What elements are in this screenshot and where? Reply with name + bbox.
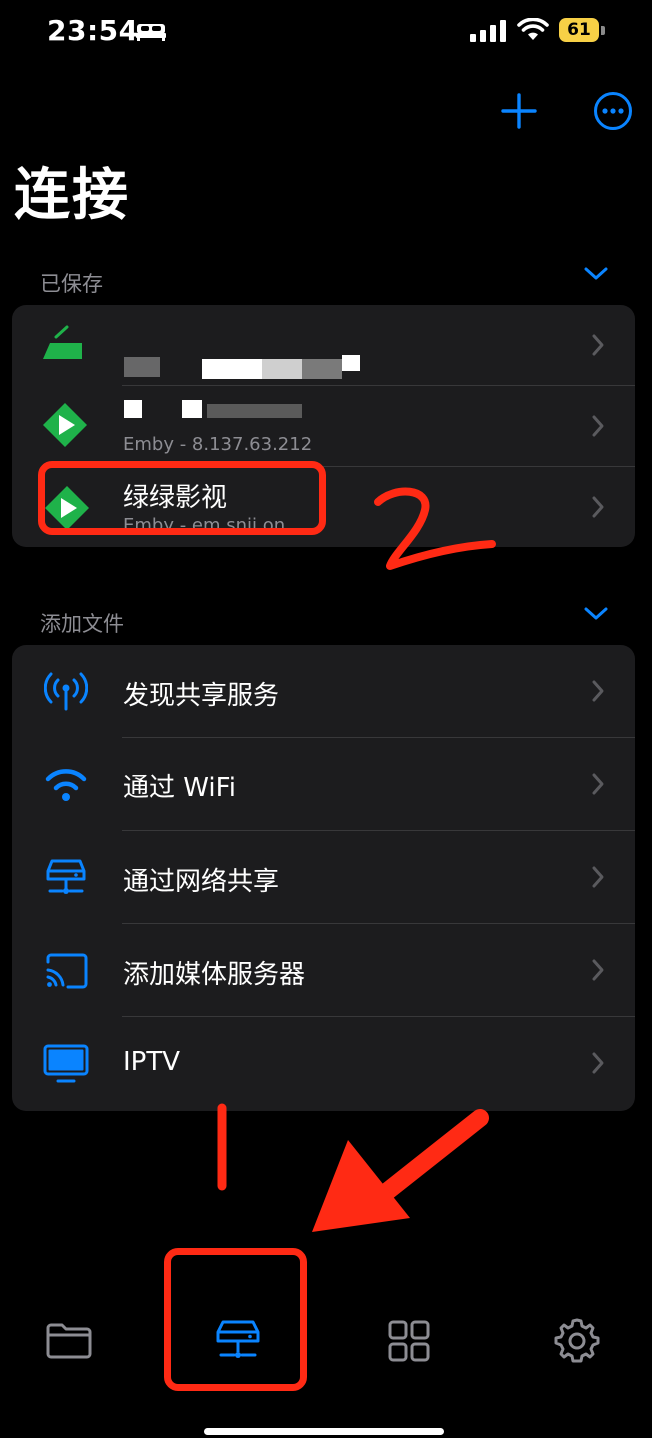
home-indicator [204, 1428, 444, 1435]
battery-level: 61 [559, 18, 599, 42]
chevron-right-icon [592, 773, 604, 795]
via-wifi-row[interactable]: 通过 WiFi [12, 738, 635, 831]
cast-icon [46, 953, 88, 989]
annotation-arrow [312, 1109, 489, 1232]
tv-icon [43, 1044, 89, 1083]
redacted-block [302, 359, 342, 379]
redacted-block [182, 400, 202, 418]
saved-server-row[interactable] [12, 305, 635, 386]
discover-shares-row[interactable]: 发现共享服务 [12, 645, 635, 738]
status-time: 23:54 [47, 14, 139, 47]
redacted-block [202, 359, 262, 379]
chevron-right-icon [592, 1052, 604, 1074]
redacted-block [207, 404, 302, 418]
wifi-icon [45, 769, 87, 801]
connections-tab-icon[interactable] [213, 1318, 263, 1364]
antenna-icon [44, 672, 88, 711]
annotation-step-2 [374, 487, 496, 570]
sleep-focus-icon [136, 24, 166, 41]
discover-shares-label: 发现共享服务 [123, 681, 280, 711]
add-media-server-label: 添加媒体服务器 [123, 960, 306, 990]
folder-icon[interactable] [44, 1318, 94, 1364]
via-wifi-label: 通过 WiFi [123, 773, 236, 803]
add-icon[interactable] [498, 90, 540, 132]
page-title: 连接 [14, 163, 130, 228]
redacted-block [262, 359, 302, 379]
via-network-share-row[interactable]: 通过网络共享 [12, 831, 635, 924]
collapse-saved-chevron-icon[interactable] [583, 266, 609, 282]
add-files-section-header: 添加文件 [40, 612, 124, 636]
emby-server-icon [43, 325, 82, 359]
iptv-label: IPTV [123, 1047, 181, 1077]
cellular-signal-icon [470, 20, 506, 42]
more-options-icon[interactable] [592, 90, 634, 132]
chevron-right-icon [592, 415, 604, 437]
redacted-block [342, 355, 360, 371]
settings-gear-icon[interactable] [552, 1318, 602, 1364]
server-address: Emby - 8.137.63.212 [123, 434, 313, 455]
add-media-server-row[interactable]: 添加媒体服务器 [12, 924, 635, 1017]
apps-grid-icon[interactable] [384, 1318, 434, 1364]
battery-tip [601, 26, 605, 35]
annotation-step-1 [217, 1103, 227, 1191]
saved-section-header: 已保存 [40, 272, 103, 296]
wifi-status-icon [517, 18, 549, 40]
chevron-right-icon [592, 496, 604, 518]
network-server-icon [46, 859, 86, 894]
annotation-highlight-server [38, 461, 326, 535]
chevron-right-icon [592, 680, 604, 702]
chevron-right-icon [592, 334, 604, 356]
saved-server-row[interactable]: Emby - 8.137.63.212 [12, 386, 635, 467]
redacted-block [124, 400, 142, 418]
via-network-share-label: 通过网络共享 [123, 867, 280, 897]
chevron-right-icon [592, 959, 604, 981]
add-files-card: 发现共享服务 通过 WiFi 通过网络共享 添加媒体服务器 IPTV [12, 645, 635, 1111]
chevron-right-icon [592, 866, 604, 888]
collapse-add-files-chevron-icon[interactable] [583, 606, 609, 622]
emby-server-icon [43, 403, 87, 447]
redacted-block [124, 357, 160, 377]
status-bar: 23:54 61 [0, 0, 652, 64]
tab-bar [0, 1290, 652, 1400]
iptv-row[interactable]: IPTV [12, 1017, 635, 1111]
